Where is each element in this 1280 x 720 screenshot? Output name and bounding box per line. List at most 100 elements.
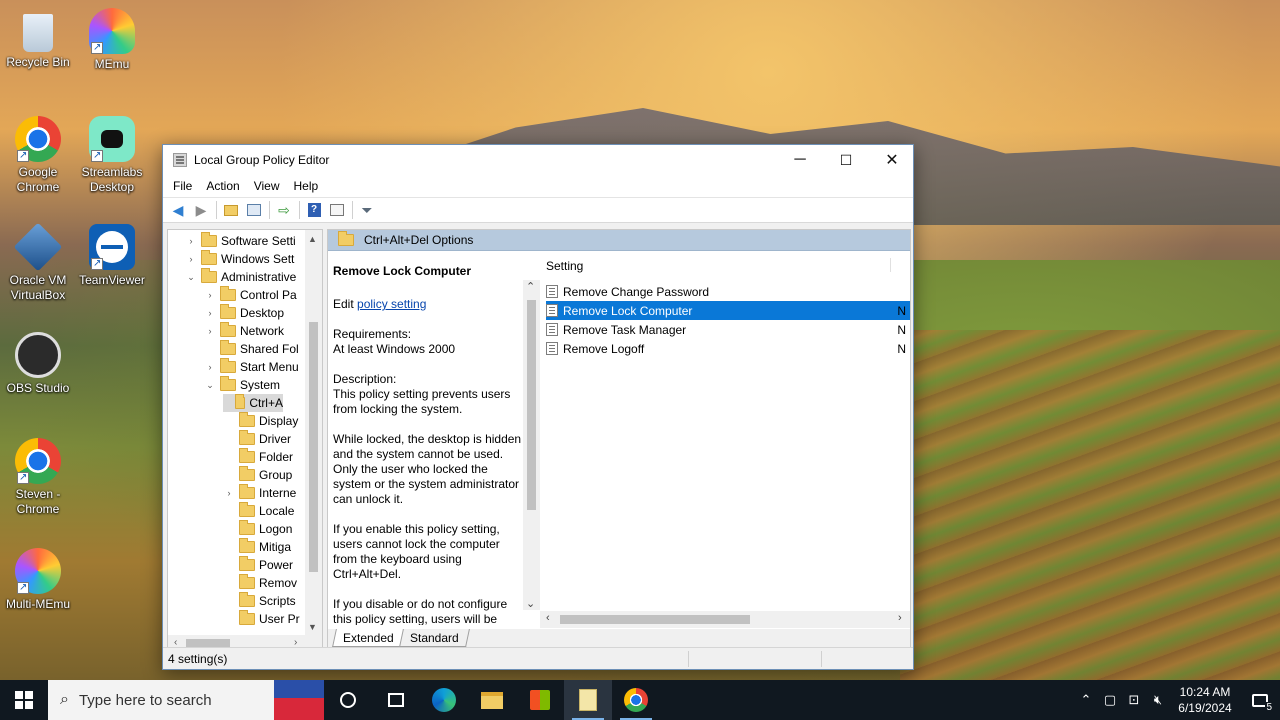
menu-action[interactable]: Action (199, 179, 246, 193)
tree-item[interactable]: Driver (223, 430, 291, 448)
description-scrollbar[interactable]: ⌃ ⌄ (523, 280, 540, 610)
tree-scroll-thumb[interactable] (309, 322, 318, 572)
task-view-button[interactable] (372, 680, 420, 720)
tree-item[interactable]: ⌄ Administrative (185, 268, 296, 286)
taskbar-file-explorer[interactable] (468, 680, 516, 720)
taskbar-store[interactable] (516, 680, 564, 720)
cortana-button[interactable] (324, 680, 372, 720)
scroll-up-icon[interactable]: ⌃ (526, 280, 535, 293)
column-header-setting[interactable]: Setting (546, 259, 583, 273)
menu-help[interactable]: Help (287, 179, 326, 193)
scroll-right-icon[interactable]: › (898, 612, 902, 624)
tree-item[interactable]: › Desktop (204, 304, 284, 322)
scroll-up-icon[interactable]: ▲ (308, 234, 317, 244)
filter-icon[interactable]: ⏷ (356, 200, 378, 220)
policy-setting-row[interactable]: Remove Task Manager N (546, 320, 910, 339)
collapsed-chevron-icon[interactable]: › (204, 362, 216, 372)
taskbar-search-box[interactable]: ⌕ Type here to search (48, 680, 324, 720)
edit-policy-setting-link[interactable]: policy setting (357, 297, 426, 311)
tree-item[interactable]: › Software Setti (185, 232, 296, 250)
tree-item[interactable]: Logon (223, 520, 292, 538)
desktop-icon-google-chrome[interactable]: Google Chrome (0, 116, 76, 195)
cortana-icon (340, 692, 356, 708)
show-hidden-icons-chevron-icon[interactable]: ⌃ (1074, 692, 1098, 708)
up-folder-icon[interactable] (220, 200, 242, 220)
desktop-icon-obs-studio[interactable]: OBS Studio (0, 332, 76, 396)
export-list-icon[interactable]: ⇨ (273, 200, 295, 220)
policy-setting-row[interactable]: Remove Lock Computer N (546, 301, 910, 320)
start-button[interactable] (0, 680, 48, 720)
desktop-icon-recycle-bin[interactable]: Recycle Bin (0, 10, 76, 70)
description-scroll-thumb[interactable] (527, 300, 536, 510)
tree-item[interactable]: Remov (223, 574, 297, 592)
desktop-icon-steven-chrome[interactable]: Steven - Chrome (0, 438, 76, 517)
title-bar[interactable]: Local Group Policy Editor ─ ☐ ✕ (163, 145, 913, 175)
tree-item[interactable]: Mitiga (223, 538, 291, 556)
minimize-button[interactable]: ─ (777, 145, 823, 175)
scroll-down-icon[interactable]: ▼ (308, 622, 317, 632)
expanded-chevron-icon[interactable]: ⌄ (185, 272, 197, 283)
tree-item[interactable]: Ctrl+A (223, 394, 283, 412)
folder-icon (220, 376, 236, 391)
properties-icon[interactable] (326, 200, 348, 220)
show-hide-tree-icon[interactable] (243, 200, 265, 220)
menu-view[interactable]: View (247, 179, 287, 193)
desktop-icon-multi-memu[interactable]: Multi-MEmu (0, 548, 76, 612)
tree-item[interactable]: › Interne (223, 484, 296, 502)
taskbar-chrome[interactable] (612, 680, 660, 720)
tab-standard[interactable]: Standard (398, 629, 470, 647)
collapsed-chevron-icon[interactable]: › (185, 236, 197, 246)
close-button[interactable]: ✕ (869, 145, 915, 175)
settings-horizontal-scrollbar[interactable]: ‹ › (540, 611, 910, 628)
tree-item[interactable]: ⌄ System (204, 376, 280, 394)
volume-muted-icon[interactable]: 🔇︎ (1146, 692, 1170, 708)
desktop-icon-streamlabs[interactable]: Streamlabs Desktop (74, 116, 150, 195)
folder-icon (239, 592, 255, 607)
scroll-down-icon[interactable]: ⌄ (526, 597, 535, 610)
tree-item[interactable]: Display (223, 412, 298, 430)
collapsed-chevron-icon[interactable]: › (185, 254, 197, 264)
tree-item[interactable]: Scripts (223, 592, 296, 610)
taskbar-clock[interactable]: 10:24 AM 6/19/2024 (1170, 684, 1240, 716)
network-icon[interactable]: ⊡ (1122, 692, 1146, 708)
tree-item[interactable]: User Pr (223, 610, 300, 628)
tree-vertical-scrollbar[interactable]: ▲ ▼ (305, 230, 322, 652)
tree-item[interactable]: Group (223, 466, 292, 484)
tree-item[interactable]: › Control Pa (204, 286, 297, 304)
action-center-button[interactable]: 5 (1240, 680, 1280, 720)
collapsed-chevron-icon[interactable]: › (204, 326, 216, 336)
tree-item[interactable]: Shared Fol (204, 340, 299, 358)
collapsed-chevron-icon[interactable]: › (204, 308, 216, 318)
tray-app-icon[interactable]: ▢ (1098, 692, 1122, 708)
taskbar-edge[interactable] (420, 680, 468, 720)
tree-item[interactable]: Folder (223, 448, 293, 466)
policy-setting-row[interactable]: Remove Change Password (546, 282, 910, 301)
desktop-icon-teamviewer[interactable]: TeamViewer (74, 224, 150, 288)
taskbar-group-policy-editor[interactable] (564, 680, 612, 720)
virtualbox-icon (13, 222, 63, 272)
policy-setting-name: Remove Change Password (563, 284, 710, 299)
edit-label: Edit (333, 297, 354, 311)
forward-arrow-icon[interactable]: ▶ (190, 200, 212, 220)
tree-item[interactable]: Locale (223, 502, 294, 520)
collapsed-chevron-icon[interactable]: › (204, 290, 216, 300)
desktop-icon-virtualbox[interactable]: Oracle VM VirtualBox (0, 222, 76, 303)
collapsed-chevron-icon[interactable]: › (223, 488, 235, 498)
status-bar: 4 setting(s) (163, 647, 913, 669)
help-icon[interactable]: ? (303, 200, 325, 220)
tree-item[interactable]: › Start Menu (204, 358, 299, 376)
tree-item[interactable]: › Network (204, 322, 284, 340)
multi-memu-icon (15, 548, 61, 595)
tree-item[interactable]: › Windows Sett (185, 250, 294, 268)
maximize-button[interactable]: ☐ (823, 145, 869, 175)
policy-setting-row[interactable]: Remove Logoff N (546, 339, 910, 358)
scroll-left-icon[interactable]: ‹ (546, 612, 550, 624)
menu-file[interactable]: File (166, 179, 199, 193)
tree-item[interactable]: Power (223, 556, 293, 574)
search-icon: ⌕ (60, 691, 69, 708)
expanded-chevron-icon[interactable]: ⌄ (204, 380, 216, 391)
tab-extended[interactable]: Extended (332, 629, 405, 647)
back-arrow-icon[interactable]: ◀ (167, 200, 189, 220)
settings-hscroll-thumb[interactable] (560, 615, 750, 624)
desktop-icon-memu[interactable]: MEmu (74, 8, 150, 72)
